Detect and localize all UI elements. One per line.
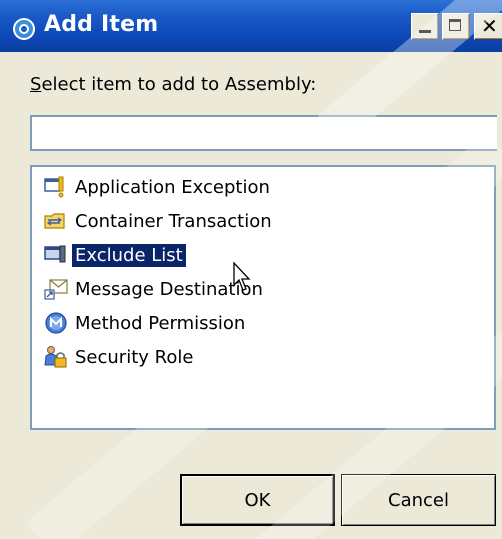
list-item-label: Exclude List	[71, 242, 187, 268]
close-button[interactable]: ✕	[474, 13, 502, 40]
list-item-security-role[interactable]: Security Role	[44, 342, 196, 372]
minimize-icon	[419, 30, 431, 33]
title-bar[interactable]: Add Item ✕	[0, 0, 502, 52]
maximize-button[interactable]	[442, 13, 470, 40]
message-destination-icon	[44, 279, 68, 300]
maximize-icon	[449, 19, 461, 31]
list-item-label: Container Transaction	[75, 210, 272, 232]
prompt-mnemonic: S	[30, 74, 42, 95]
close-icon: ✕	[481, 14, 498, 38]
mouse-pointer-icon	[233, 261, 251, 291]
exclude-list-icon	[44, 245, 66, 263]
security-role-icon	[44, 346, 67, 368]
filter-input[interactable]	[30, 115, 497, 151]
add-item-dialog: Add Item ✕ Select item to add to Assembl…	[0, 0, 502, 539]
eclipse-dialog-icon	[13, 18, 35, 40]
window-title: Add Item	[44, 12, 159, 37]
list-item-label: Security Role	[75, 346, 194, 368]
container-transaction-icon	[44, 213, 65, 229]
list-item-exclude-list[interactable]: Exclude List	[44, 240, 187, 270]
minimize-button[interactable]	[411, 13, 439, 40]
cancel-button[interactable]: Cancel	[341, 474, 496, 526]
item-listbox[interactable]: Application Exception Container Transact…	[30, 165, 496, 430]
list-item-label: Method Permission	[75, 312, 246, 334]
prompt-text: elect item to add to Assembly:	[41, 74, 317, 95]
list-item-application-exception[interactable]: Application Exception	[44, 172, 273, 202]
prompt-label: Select item to add to Assembly:	[30, 74, 316, 95]
application-exception-icon	[44, 176, 64, 198]
ok-button[interactable]: OK	[180, 474, 335, 526]
list-item-container-transaction[interactable]: Container Transaction	[44, 206, 275, 236]
list-item-label: Application Exception	[75, 176, 270, 198]
list-item-method-permission[interactable]: Method Permission	[44, 308, 248, 338]
method-permission-icon	[45, 312, 67, 334]
